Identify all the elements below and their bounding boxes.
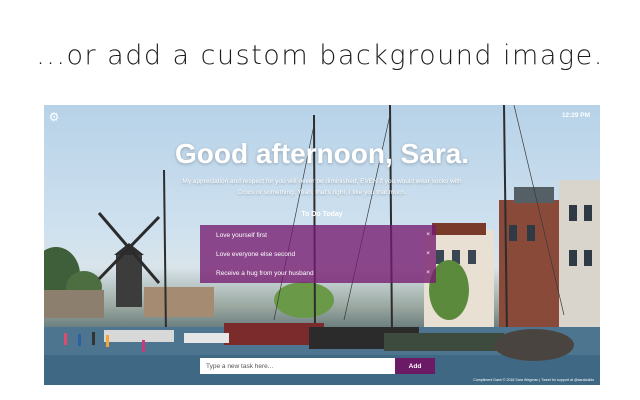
todo-list: Love yourself first × Love everyone else… <box>200 225 436 283</box>
todo-item[interactable]: Receive a hug from your husband × <box>200 264 436 283</box>
todo-item-label: Love yourself first <box>216 232 267 239</box>
greeting: Good afternoon, Sara. <box>174 138 470 169</box>
todo-item[interactable]: Love yourself first × <box>200 226 436 245</box>
add-task-button[interactable]: Add <box>395 358 435 374</box>
remove-task-icon[interactable]: × <box>426 250 430 257</box>
remove-task-icon[interactable]: × <box>426 269 430 276</box>
clock: 12:29 PM <box>561 112 590 119</box>
todo-item[interactable]: Love everyone else second × <box>200 245 436 264</box>
todo-heading: To Do Today <box>301 211 343 218</box>
promo-headline: ...or add a custom background image. <box>36 40 604 71</box>
remove-task-icon[interactable]: × <box>426 231 430 238</box>
compliment-line: My appreciation and respect for you will… <box>182 178 462 185</box>
todo-item-label: Love everyone else second <box>216 251 296 258</box>
browser-new-tab-screenshot: ⚙ 12:29 PM Good afternoon, Sara. My appr… <box>44 105 600 385</box>
footer-credits: Compliment Dash © 2018 Sara Wegman | Twe… <box>473 378 594 382</box>
new-task-input[interactable] <box>200 358 395 374</box>
todo-item-label: Receive a hug from your husband <box>216 270 314 277</box>
compliment-text: My appreciation and respect for you will… <box>162 176 482 198</box>
gear-icon[interactable]: ⚙ <box>48 111 60 123</box>
compliment-line: Crocs or something. Yeah, that's right. … <box>237 189 407 196</box>
